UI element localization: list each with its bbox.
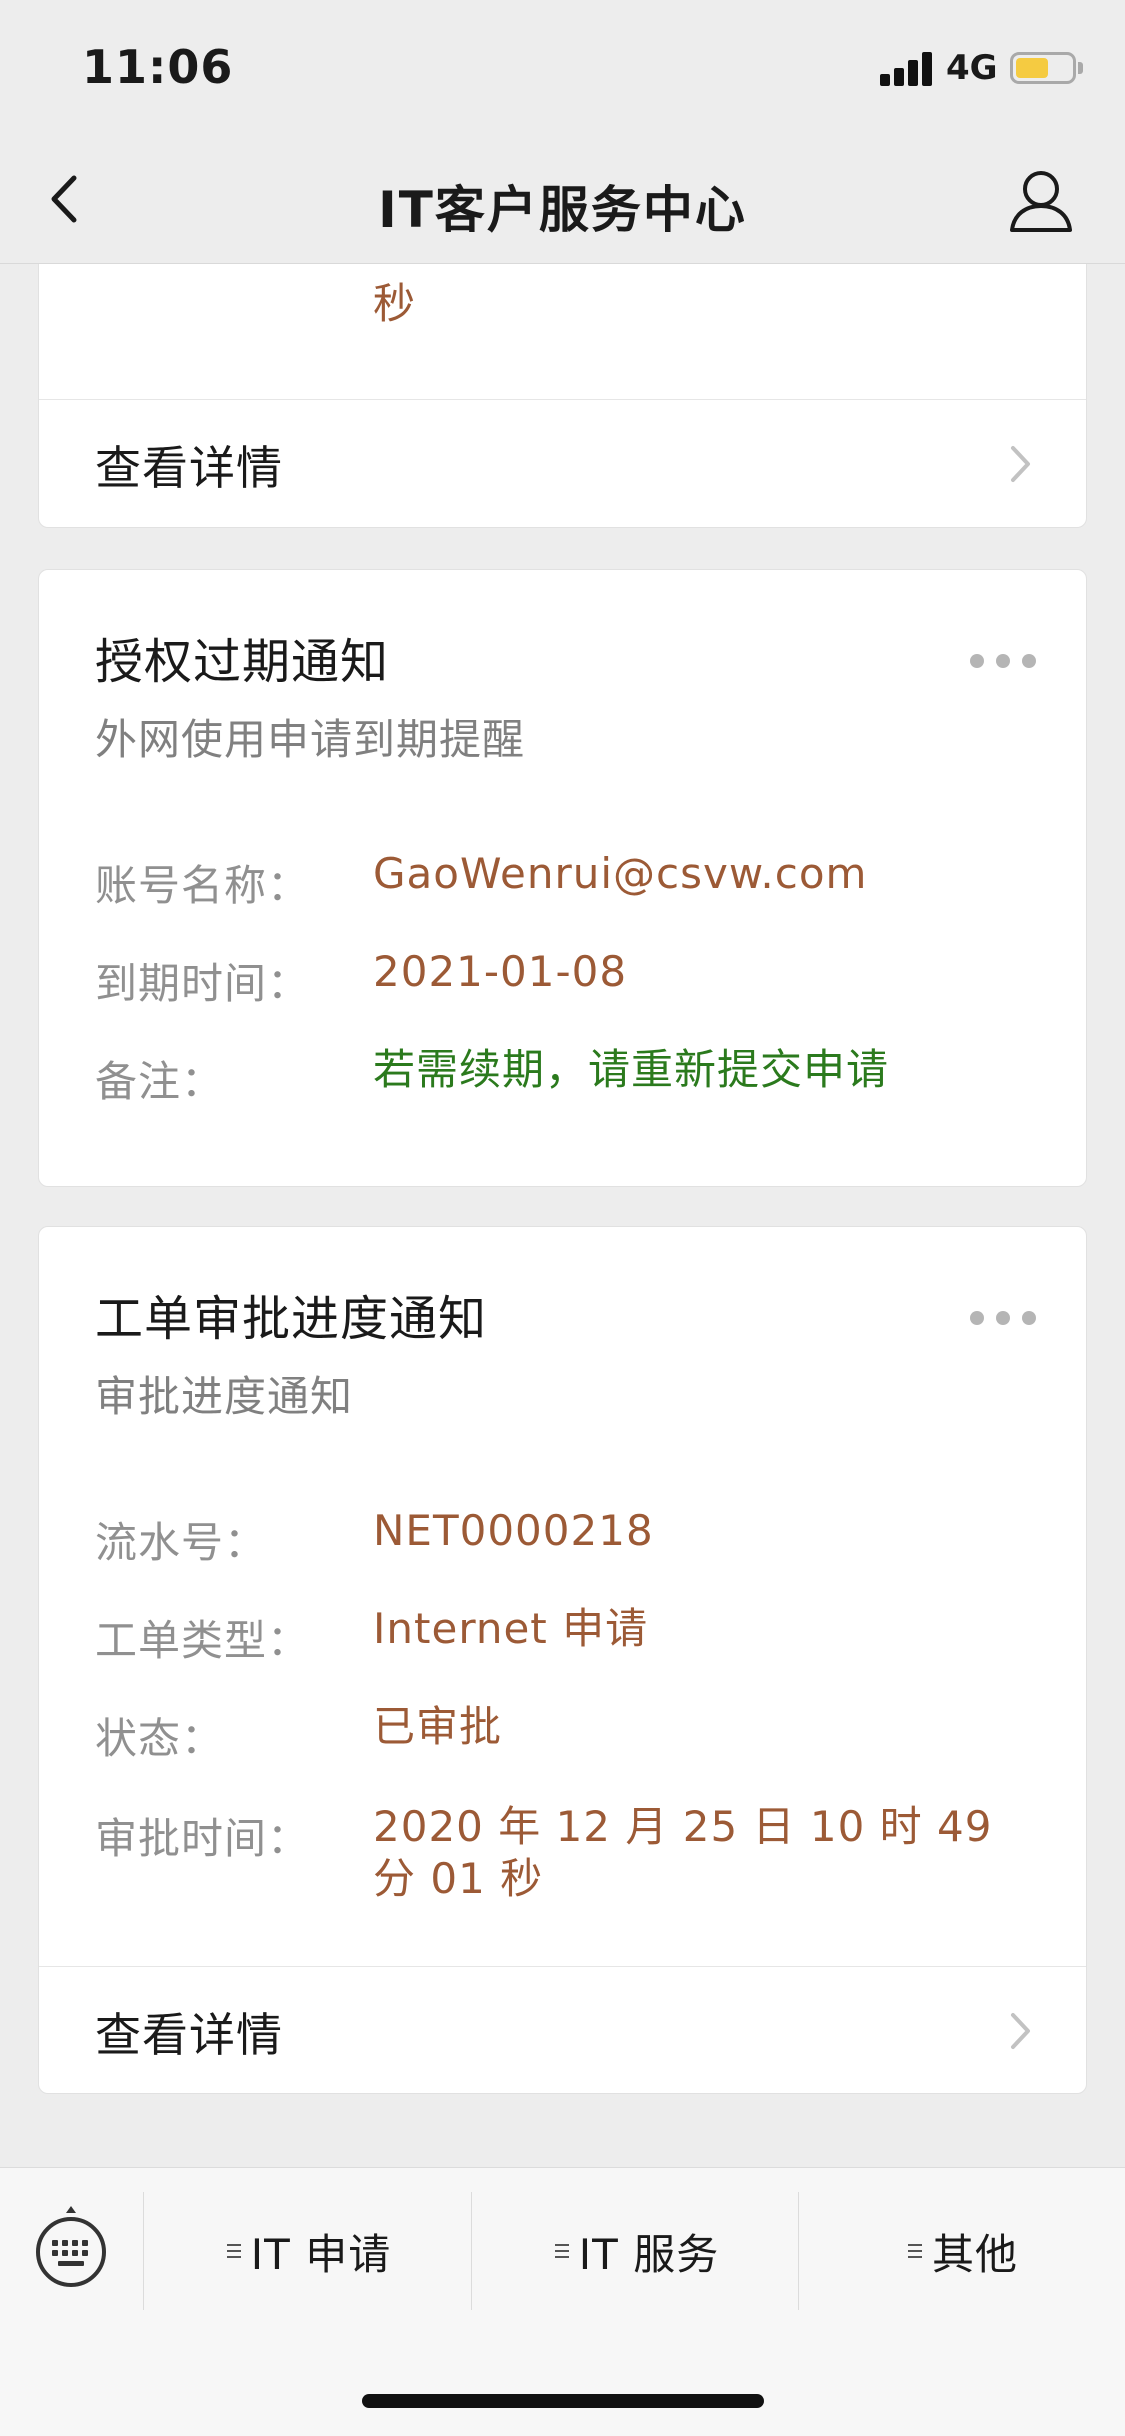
field-value-status: 已审批 — [373, 1702, 503, 1751]
field-value-account: GaoWenrui@csvw.com — [373, 849, 868, 898]
battery-icon — [1010, 52, 1076, 84]
submenu-icon — [907, 2242, 922, 2260]
notification-card-approval: 工单审批进度通知 审批进度通知 流水号： NET0000218 工单类型： In… — [38, 1226, 1087, 2094]
view-details-label: 查看详情 — [95, 2008, 283, 2062]
menu-item-other[interactable]: 其他 — [800, 2192, 1125, 2310]
person-icon[interactable] — [1006, 166, 1076, 236]
menu-item-label: IT 服务 — [578, 2229, 720, 2279]
status-bar: 11:06 4G — [0, 0, 1125, 136]
card-subtitle: 外网使用申请到期提醒 — [95, 715, 526, 764]
view-details-row[interactable]: 查看详情 — [39, 400, 1086, 528]
more-options-icon[interactable] — [970, 1311, 1036, 1325]
field-label-expiry: 到期时间： — [95, 959, 311, 1008]
menu-separator — [143, 2192, 144, 2310]
cellular-signal-icon — [880, 50, 934, 86]
chevron-right-icon — [1008, 2009, 1034, 2053]
field-value-ticket-type: Internet 申请 — [373, 1604, 649, 1653]
card-title: 工单审批进度通知 — [95, 1291, 488, 1347]
page-title: IT客户服务中心 — [378, 181, 747, 239]
notification-card-previous: 秒 查看详情 — [38, 264, 1087, 528]
submenu-icon — [226, 2242, 241, 2260]
notification-card-auth-expiry: 授权过期通知 外网使用申请到期提醒 账号名称： GaoWenrui@csvw.c… — [38, 569, 1087, 1187]
field-label-serial: 流水号： — [95, 1518, 268, 1567]
field-label-remark: 备注： — [95, 1057, 225, 1106]
view-details-row[interactable]: 查看详情 — [39, 1967, 1086, 2095]
card-subtitle: 审批进度通知 — [95, 1372, 354, 1421]
submenu-icon — [554, 2242, 569, 2260]
more-options-icon[interactable] — [970, 654, 1036, 668]
battery-tip — [1078, 62, 1083, 74]
home-indicator[interactable] — [362, 2394, 764, 2408]
field-label-ticket-type: 工单类型： — [95, 1616, 311, 1665]
field-value-remark: 若需续期，请重新提交申请 — [373, 1045, 890, 1094]
status-time: 11:06 — [82, 40, 234, 94]
battery-level — [1016, 58, 1048, 78]
menu-item-label: IT 申请 — [250, 2229, 392, 2279]
menu-item-it-request[interactable]: IT 申请 — [146, 2192, 472, 2310]
network-type: 4G — [946, 48, 998, 88]
field-value-tail: 秒 — [373, 279, 417, 328]
view-details-label: 查看详情 — [95, 441, 283, 495]
menu-separator — [471, 2192, 472, 2310]
field-value-approval-time: 2020 年 12 月 25 日 10 时 49 分 01 秒 — [373, 1802, 993, 1903]
menu-separator — [798, 2192, 799, 2310]
chevron-right-icon — [1008, 442, 1034, 486]
field-value-serial: NET0000218 — [373, 1506, 654, 1555]
field-label-account: 账号名称： — [95, 861, 311, 910]
card-title: 授权过期通知 — [95, 634, 390, 690]
field-value-expiry: 2021-01-08 — [373, 947, 628, 996]
field-label-approval-time: 审批时间： — [95, 1814, 311, 1863]
nav-bar: IT客户服务中心 — [0, 136, 1125, 264]
menu-item-label: 其他 — [931, 2229, 1018, 2279]
menu-item-it-service[interactable]: IT 服务 — [474, 2192, 800, 2310]
keyboard-icon[interactable] — [30, 2204, 112, 2290]
message-list: 秒 查看详情 授权过期通知 外网使用申请到期提醒 账号名称： GaoWenrui… — [0, 264, 1125, 2167]
field-label-status: 状态： — [95, 1714, 225, 1763]
